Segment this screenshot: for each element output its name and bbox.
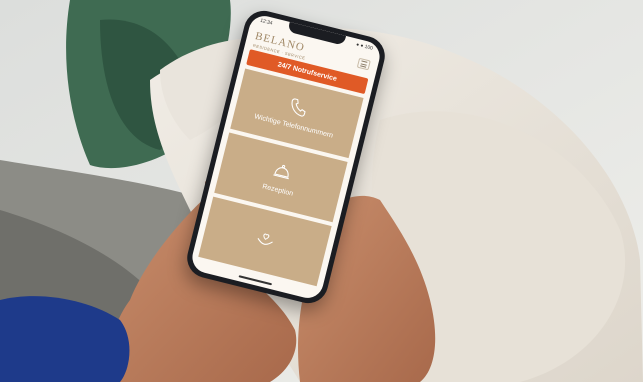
- status-indicators: ● ● 100: [355, 41, 374, 52]
- reception-bell-icon: [273, 164, 289, 179]
- status-time: 12:34: [259, 17, 274, 27]
- home-indicator: [238, 275, 273, 286]
- tile-label: Rezeption: [261, 182, 294, 198]
- hands-care-icon: [257, 233, 273, 245]
- menu-button[interactable]: [356, 57, 371, 71]
- tile-label: Wichtige Telefonnummern: [253, 112, 334, 140]
- menu-line: [360, 65, 367, 68]
- phone-icon: [291, 97, 306, 117]
